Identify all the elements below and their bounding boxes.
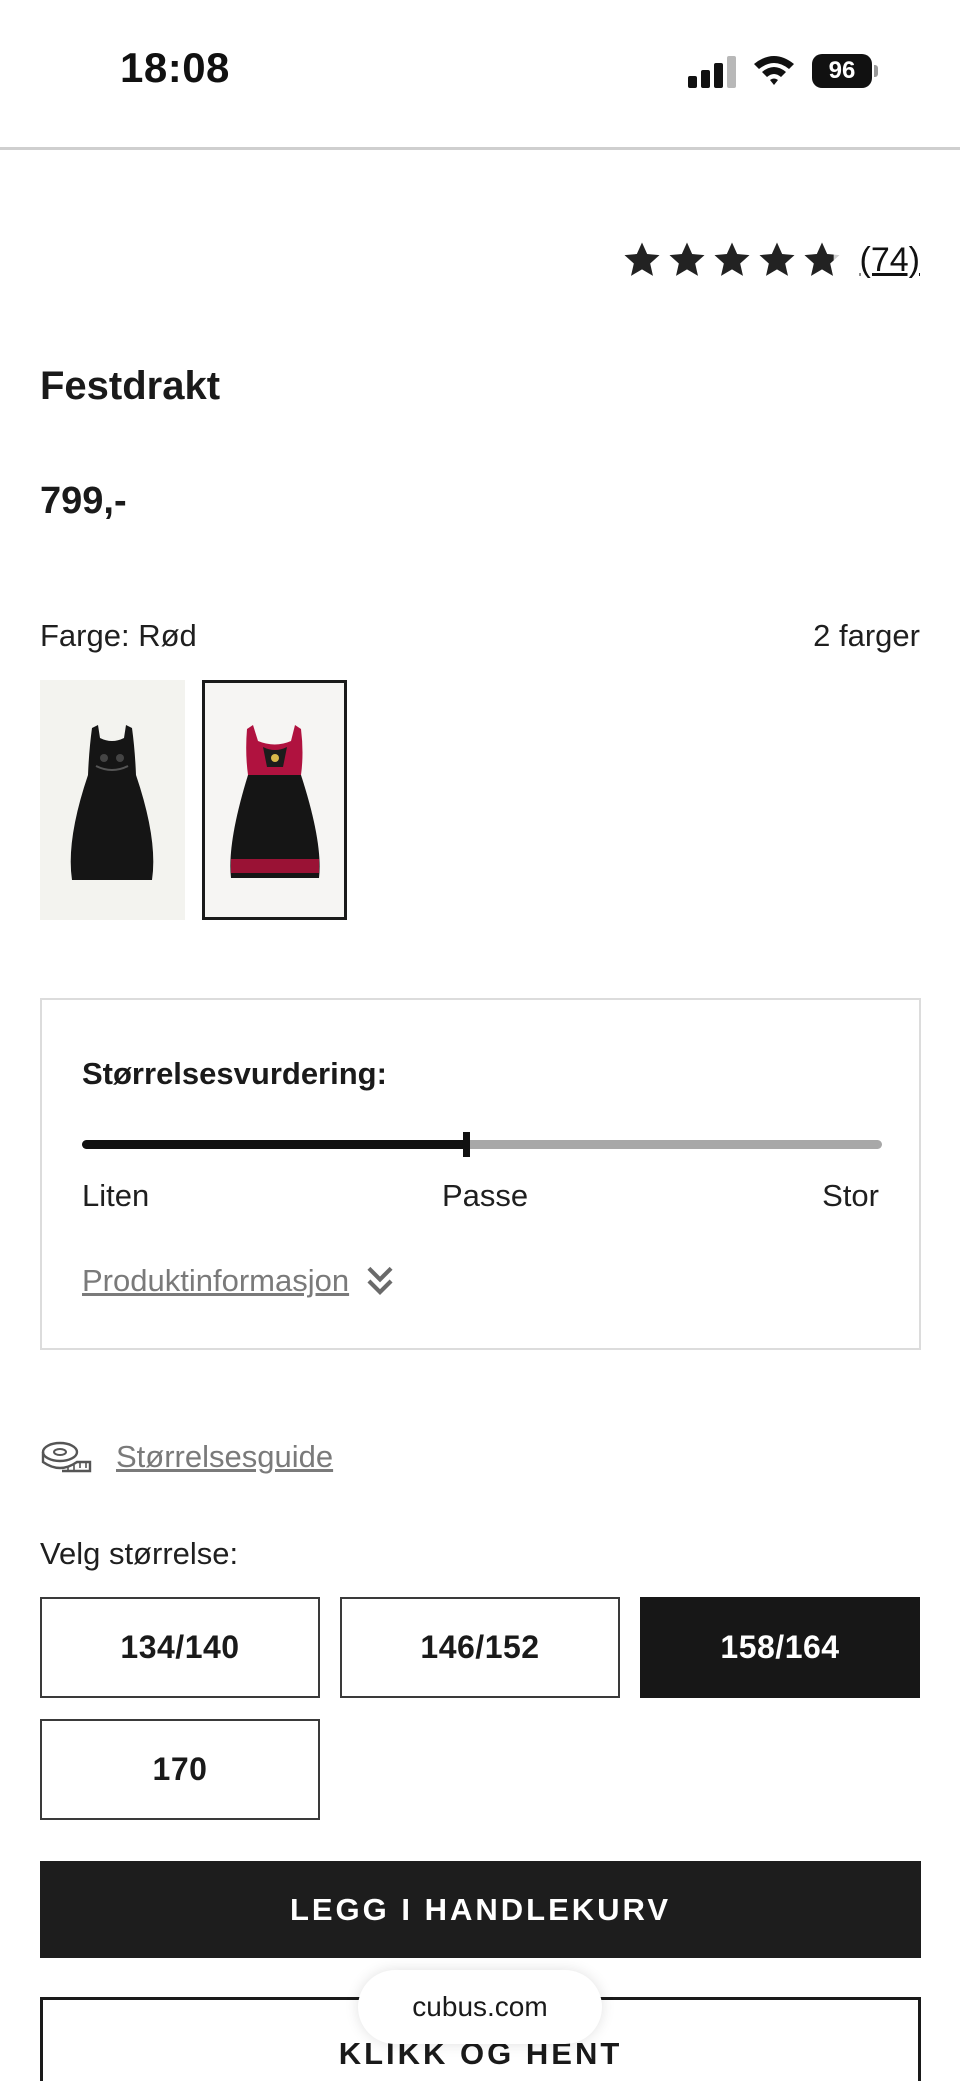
browser-url-bar[interactable]: cubus.com bbox=[358, 1970, 602, 2044]
size-guide-link[interactable]: Størrelsesguide bbox=[116, 1439, 333, 1475]
color-swatch-red[interactable] bbox=[202, 680, 347, 920]
color-label: Farge: Rød bbox=[40, 618, 197, 653]
product-rating[interactable]: (74) bbox=[622, 232, 920, 288]
size-rating-track bbox=[82, 1132, 882, 1157]
size-rating-mid-label: Passe bbox=[442, 1178, 529, 1213]
review-count-link[interactable]: (74) bbox=[860, 241, 920, 280]
choose-size-label: Velg størrelse: bbox=[40, 1536, 239, 1571]
red-dress-image bbox=[230, 725, 320, 878]
size-rating-marker bbox=[463, 1132, 470, 1157]
size-option-134-140[interactable]: 134/140 bbox=[40, 1597, 320, 1698]
status-time: 18:08 bbox=[120, 44, 230, 91]
size-rating-min-label: Liten bbox=[82, 1178, 150, 1213]
size-option-158-164[interactable]: 158/164 bbox=[640, 1597, 920, 1698]
battery-icon: 96 bbox=[812, 54, 878, 88]
star-icon bbox=[714, 242, 750, 276]
wifi-icon bbox=[754, 56, 794, 85]
measuring-tape-icon bbox=[41, 1441, 92, 1473]
size-rating-fill bbox=[82, 1140, 466, 1149]
star-icon bbox=[624, 242, 660, 276]
product-title: Festdrakt bbox=[40, 364, 221, 408]
star-partial-icon bbox=[804, 242, 840, 276]
product-price: 799,- bbox=[40, 480, 127, 522]
size-rating-max-label: Stor bbox=[822, 1178, 879, 1213]
black-dress-image bbox=[70, 725, 154, 880]
product-info-toggle[interactable]: Produktinformasjon bbox=[82, 1262, 399, 1300]
battery-level: 96 bbox=[812, 54, 872, 88]
add-to-cart-button[interactable]: LEGG I HANDLEKURV bbox=[40, 1861, 921, 1958]
product-info-link[interactable]: Produktinformasjon bbox=[82, 1263, 349, 1299]
color-count: 2 farger bbox=[813, 618, 920, 653]
status-bar: 18:08 96 bbox=[0, 0, 960, 150]
product-page: 18:08 96 (74) Festdrakt 799,- Farge: Rød… bbox=[0, 0, 960, 2081]
size-option-146-152[interactable]: 146/152 bbox=[340, 1597, 620, 1698]
rating-stars bbox=[622, 240, 842, 280]
size-rating-title: Størrelsesvurdering: bbox=[82, 1056, 387, 1091]
size-rating-panel: Størrelsesvurdering: Liten Passe Stor Pr… bbox=[40, 998, 921, 1350]
double-chevron-down-icon[interactable] bbox=[361, 1262, 399, 1300]
size-option-170[interactable]: 170 bbox=[40, 1719, 320, 1820]
star-icon bbox=[759, 242, 795, 276]
star-icon bbox=[669, 242, 705, 276]
size-guide[interactable]: Størrelsesguide bbox=[40, 1438, 333, 1476]
cellular-signal-icon bbox=[688, 56, 736, 88]
url-text: cubus.com bbox=[412, 1991, 548, 2022]
color-swatch-black[interactable] bbox=[40, 680, 185, 920]
